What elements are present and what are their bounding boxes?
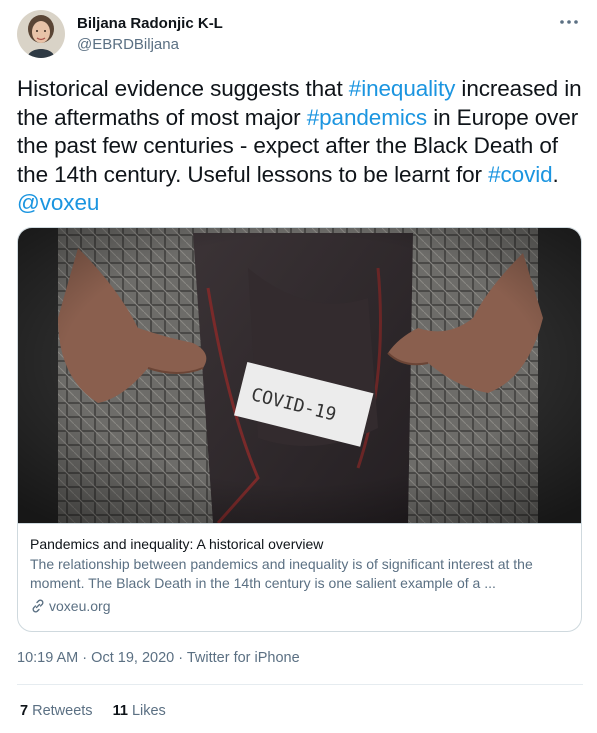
card-title[interactable]: Pandemics and inequality: A historical o… (30, 535, 569, 553)
tweet-stats: 7 Retweets 11 Likes (20, 703, 186, 719)
tweet-date[interactable]: Oct 19, 2020 (91, 650, 174, 666)
meta-separator: · (178, 650, 184, 666)
card-domain-text[interactable]: voxeu.org (49, 597, 110, 615)
likes-label: Likes (131, 703, 166, 719)
author-block[interactable]: Biljana Radonjic K-L @EBRDBiljana (77, 14, 223, 54)
hashtag-pandemics-link[interactable]: #pandemics (307, 105, 427, 130)
divider (17, 684, 583, 685)
tweet-client[interactable]: Twitter for iPhone (187, 650, 300, 666)
retweets-count: 7 (20, 703, 29, 719)
link-icon (30, 598, 46, 614)
mention-voxeu-link[interactable]: @voxeu (17, 190, 99, 215)
card-description: The relationship between pandemics and i… (30, 556, 533, 591)
card-domain[interactable]: voxeu.org (30, 597, 569, 615)
author-handle[interactable]: @EBRDBiljana (77, 35, 223, 54)
more-options-icon[interactable] (557, 13, 581, 31)
card-image[interactable]: COVID-19 (18, 228, 581, 523)
likes-count: 11 (112, 703, 128, 719)
retweets-label: Retweets (32, 703, 93, 719)
tweet-meta: 10:19 AM · Oct 19, 2020 · Twitter for iP… (17, 650, 300, 666)
hashtag-inequality-link[interactable]: #inequality (349, 76, 456, 101)
meta-separator: · (82, 650, 88, 666)
card-body[interactable]: Pandemics and inequality: A historical o… (18, 523, 581, 631)
hashtag-covid-link[interactable]: #covid (488, 162, 553, 187)
likes-stat[interactable]: 11 Likes (113, 703, 166, 719)
avatar[interactable] (17, 10, 65, 58)
tweet-text-segment: . (552, 161, 559, 187)
tweet-time[interactable]: 10:19 AM (17, 650, 78, 666)
author-name[interactable]: Biljana Radonjic K-L (77, 14, 223, 33)
tweet-text-segment: Historical evidence suggests that (17, 76, 349, 101)
tweet-text: Historical evidence suggests that #inequ… (17, 75, 583, 218)
link-card[interactable]: COVID-19 Pandemics and inequality: A his… (17, 227, 582, 632)
retweets-stat[interactable]: 7 Retweets (20, 703, 93, 719)
